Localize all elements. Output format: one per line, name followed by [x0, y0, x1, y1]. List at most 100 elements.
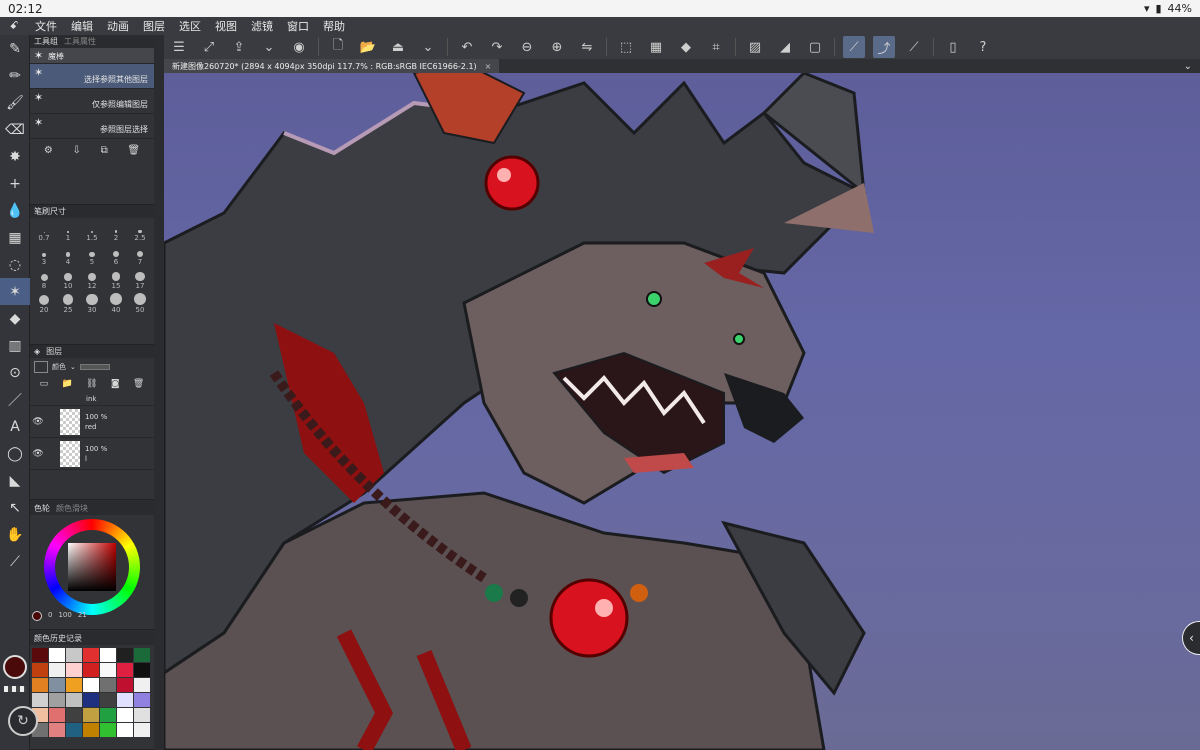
foreground-color-swatch[interactable]	[3, 655, 27, 679]
fill-bucket-icon[interactable]: ◆	[0, 305, 30, 332]
crop-icon[interactable]: ⌗	[705, 36, 727, 58]
color-history-swatch[interactable]	[66, 693, 82, 707]
color-history-swatch[interactable]	[66, 708, 82, 722]
color-history-swatch[interactable]	[100, 648, 116, 662]
menu-layer[interactable]: 图层	[136, 18, 172, 34]
brush-size-option[interactable]: 3	[32, 244, 56, 266]
app-logo-icon[interactable]: ꗃ	[0, 19, 28, 33]
fullscreen-icon[interactable]: ⤢	[198, 36, 220, 58]
color-history-swatch[interactable]	[49, 663, 65, 677]
color-history-swatch[interactable]	[117, 648, 133, 662]
subtool-item[interactable]: ✶ 仅参照编辑图层	[30, 89, 154, 114]
tab-color-wheel[interactable]: 色轮	[34, 503, 50, 514]
smartphone-icon[interactable]: ▯	[942, 36, 964, 58]
zoom-out-icon[interactable]: ⊖	[516, 36, 538, 58]
color-history-swatch[interactable]	[49, 693, 65, 707]
line-icon[interactable]: ／	[0, 386, 30, 413]
menu-file[interactable]: 文件	[28, 18, 64, 34]
color-history-swatch[interactable]	[66, 678, 82, 692]
color-history-swatch[interactable]	[32, 678, 48, 692]
open-folder-icon[interactable]: 📂	[357, 36, 379, 58]
brush-size-option[interactable]: 8	[32, 268, 56, 290]
import-icon[interactable]: ⇩	[73, 145, 81, 156]
eye-icon[interactable]: 👁	[30, 417, 46, 427]
color-history-swatch[interactable]	[32, 648, 48, 662]
tab-color-slider[interactable]: 颜色滑块	[56, 503, 88, 514]
brush-size-option[interactable]: 2	[104, 220, 128, 242]
lasso-icon[interactable]: ◌	[0, 251, 30, 278]
subtool-settings-icon[interactable]: ⚙	[44, 145, 53, 156]
panel-tab-subtool[interactable]: 工具组	[34, 36, 58, 47]
hamburger-menu-icon[interactable]: ☰	[168, 36, 190, 58]
brush-size-option[interactable]: 30	[80, 292, 104, 314]
brush-size-option[interactable]: 6	[104, 244, 128, 266]
color-history-swatch[interactable]	[49, 678, 65, 692]
fill-icon[interactable]: ◆	[675, 36, 697, 58]
link-icon[interactable]: ⛓	[86, 379, 97, 389]
mask-icon[interactable]: ◙	[111, 379, 120, 389]
clear-outside-icon[interactable]: ◢	[774, 36, 796, 58]
blend-icon[interactable]: 💧	[0, 197, 30, 224]
color-history-swatch[interactable]	[32, 693, 48, 707]
menu-help[interactable]: 帮助	[316, 18, 352, 34]
close-icon[interactable]: ×	[485, 62, 492, 71]
deselect-icon[interactable]: ⬚	[615, 36, 637, 58]
color-wheel-area[interactable]: 0 100 21	[30, 515, 154, 627]
new-layer-icon[interactable]: ▭	[40, 379, 49, 389]
color-history-swatch[interactable]	[83, 693, 99, 707]
color-history-swatch[interactable]	[66, 663, 82, 677]
color-history-swatch[interactable]	[49, 723, 65, 737]
opacity-slider[interactable]	[79, 364, 110, 370]
brush-size-option[interactable]: 0.7	[32, 220, 56, 242]
airbrush-icon[interactable]: ✸	[0, 143, 30, 170]
saturation-value-square[interactable]	[68, 543, 116, 591]
color-history-swatch[interactable]	[134, 723, 150, 737]
color-history-swatch[interactable]	[83, 648, 99, 662]
color-history-swatch[interactable]	[100, 708, 116, 722]
drawing-canvas[interactable]: ‹	[164, 73, 1200, 750]
quick-access-button[interactable]: ↻	[8, 706, 38, 736]
color-history-swatch[interactable]	[100, 723, 116, 737]
undo-icon[interactable]: ↶	[456, 36, 478, 58]
brush-size-option[interactable]: 2.5	[128, 220, 152, 242]
frame-icon[interactable]: ◣	[0, 467, 30, 494]
brush-size-option[interactable]: 5	[80, 244, 104, 266]
new-file-icon[interactable]: 🗋	[327, 36, 349, 58]
layer-color-box[interactable]	[34, 361, 48, 373]
eye-icon[interactable]: 👁	[30, 449, 46, 459]
color-history-swatch[interactable]	[117, 693, 133, 707]
layer-row[interactable]: 👁 100 % red	[30, 406, 154, 438]
color-history-swatch[interactable]	[100, 678, 116, 692]
color-history-swatch[interactable]	[66, 648, 82, 662]
clear-icon[interactable]: ▨	[744, 36, 766, 58]
color-history-swatch[interactable]	[134, 693, 150, 707]
menu-view[interactable]: 视图	[208, 18, 244, 34]
color-history-swatch[interactable]	[117, 708, 133, 722]
brush-size-option[interactable]: 25	[56, 292, 80, 314]
folder-icon[interactable]: 📁	[62, 379, 73, 389]
color-history-swatch[interactable]	[83, 708, 99, 722]
color-history-swatch[interactable]	[134, 663, 150, 677]
subtool-group[interactable]: ✶ 魔棒	[30, 48, 154, 64]
transform-icon[interactable]: ▢	[804, 36, 826, 58]
pencil-icon[interactable]: ✏	[0, 62, 30, 89]
magic-wand-icon[interactable]: ✶	[0, 278, 30, 305]
color-history-swatch[interactable]	[49, 708, 65, 722]
redo-icon[interactable]: ↷	[486, 36, 508, 58]
duplicate-icon[interactable]: ⧉	[101, 145, 108, 156]
zoom-in-icon[interactable]: ⊕	[546, 36, 568, 58]
brush-size-option[interactable]: 4	[56, 244, 80, 266]
brush-size-option[interactable]: 20	[32, 292, 56, 314]
menu-selection[interactable]: 选区	[172, 18, 208, 34]
brush-size-option[interactable]: 15	[104, 268, 128, 290]
brush-size-option[interactable]: 17	[128, 268, 152, 290]
color-history-swatch[interactable]	[83, 663, 99, 677]
chevron-down-icon[interactable]: ⌄	[417, 36, 439, 58]
color-history-swatch[interactable]	[83, 678, 99, 692]
color-history-swatch[interactable]	[32, 663, 48, 677]
mesh-icon[interactable]: ▦	[0, 224, 30, 251]
zoom-select-icon[interactable]: ⊙	[0, 359, 30, 386]
color-history-swatch[interactable]	[134, 648, 150, 662]
color-history-swatch[interactable]	[117, 663, 133, 677]
gradient-icon[interactable]: ▥	[0, 332, 30, 359]
